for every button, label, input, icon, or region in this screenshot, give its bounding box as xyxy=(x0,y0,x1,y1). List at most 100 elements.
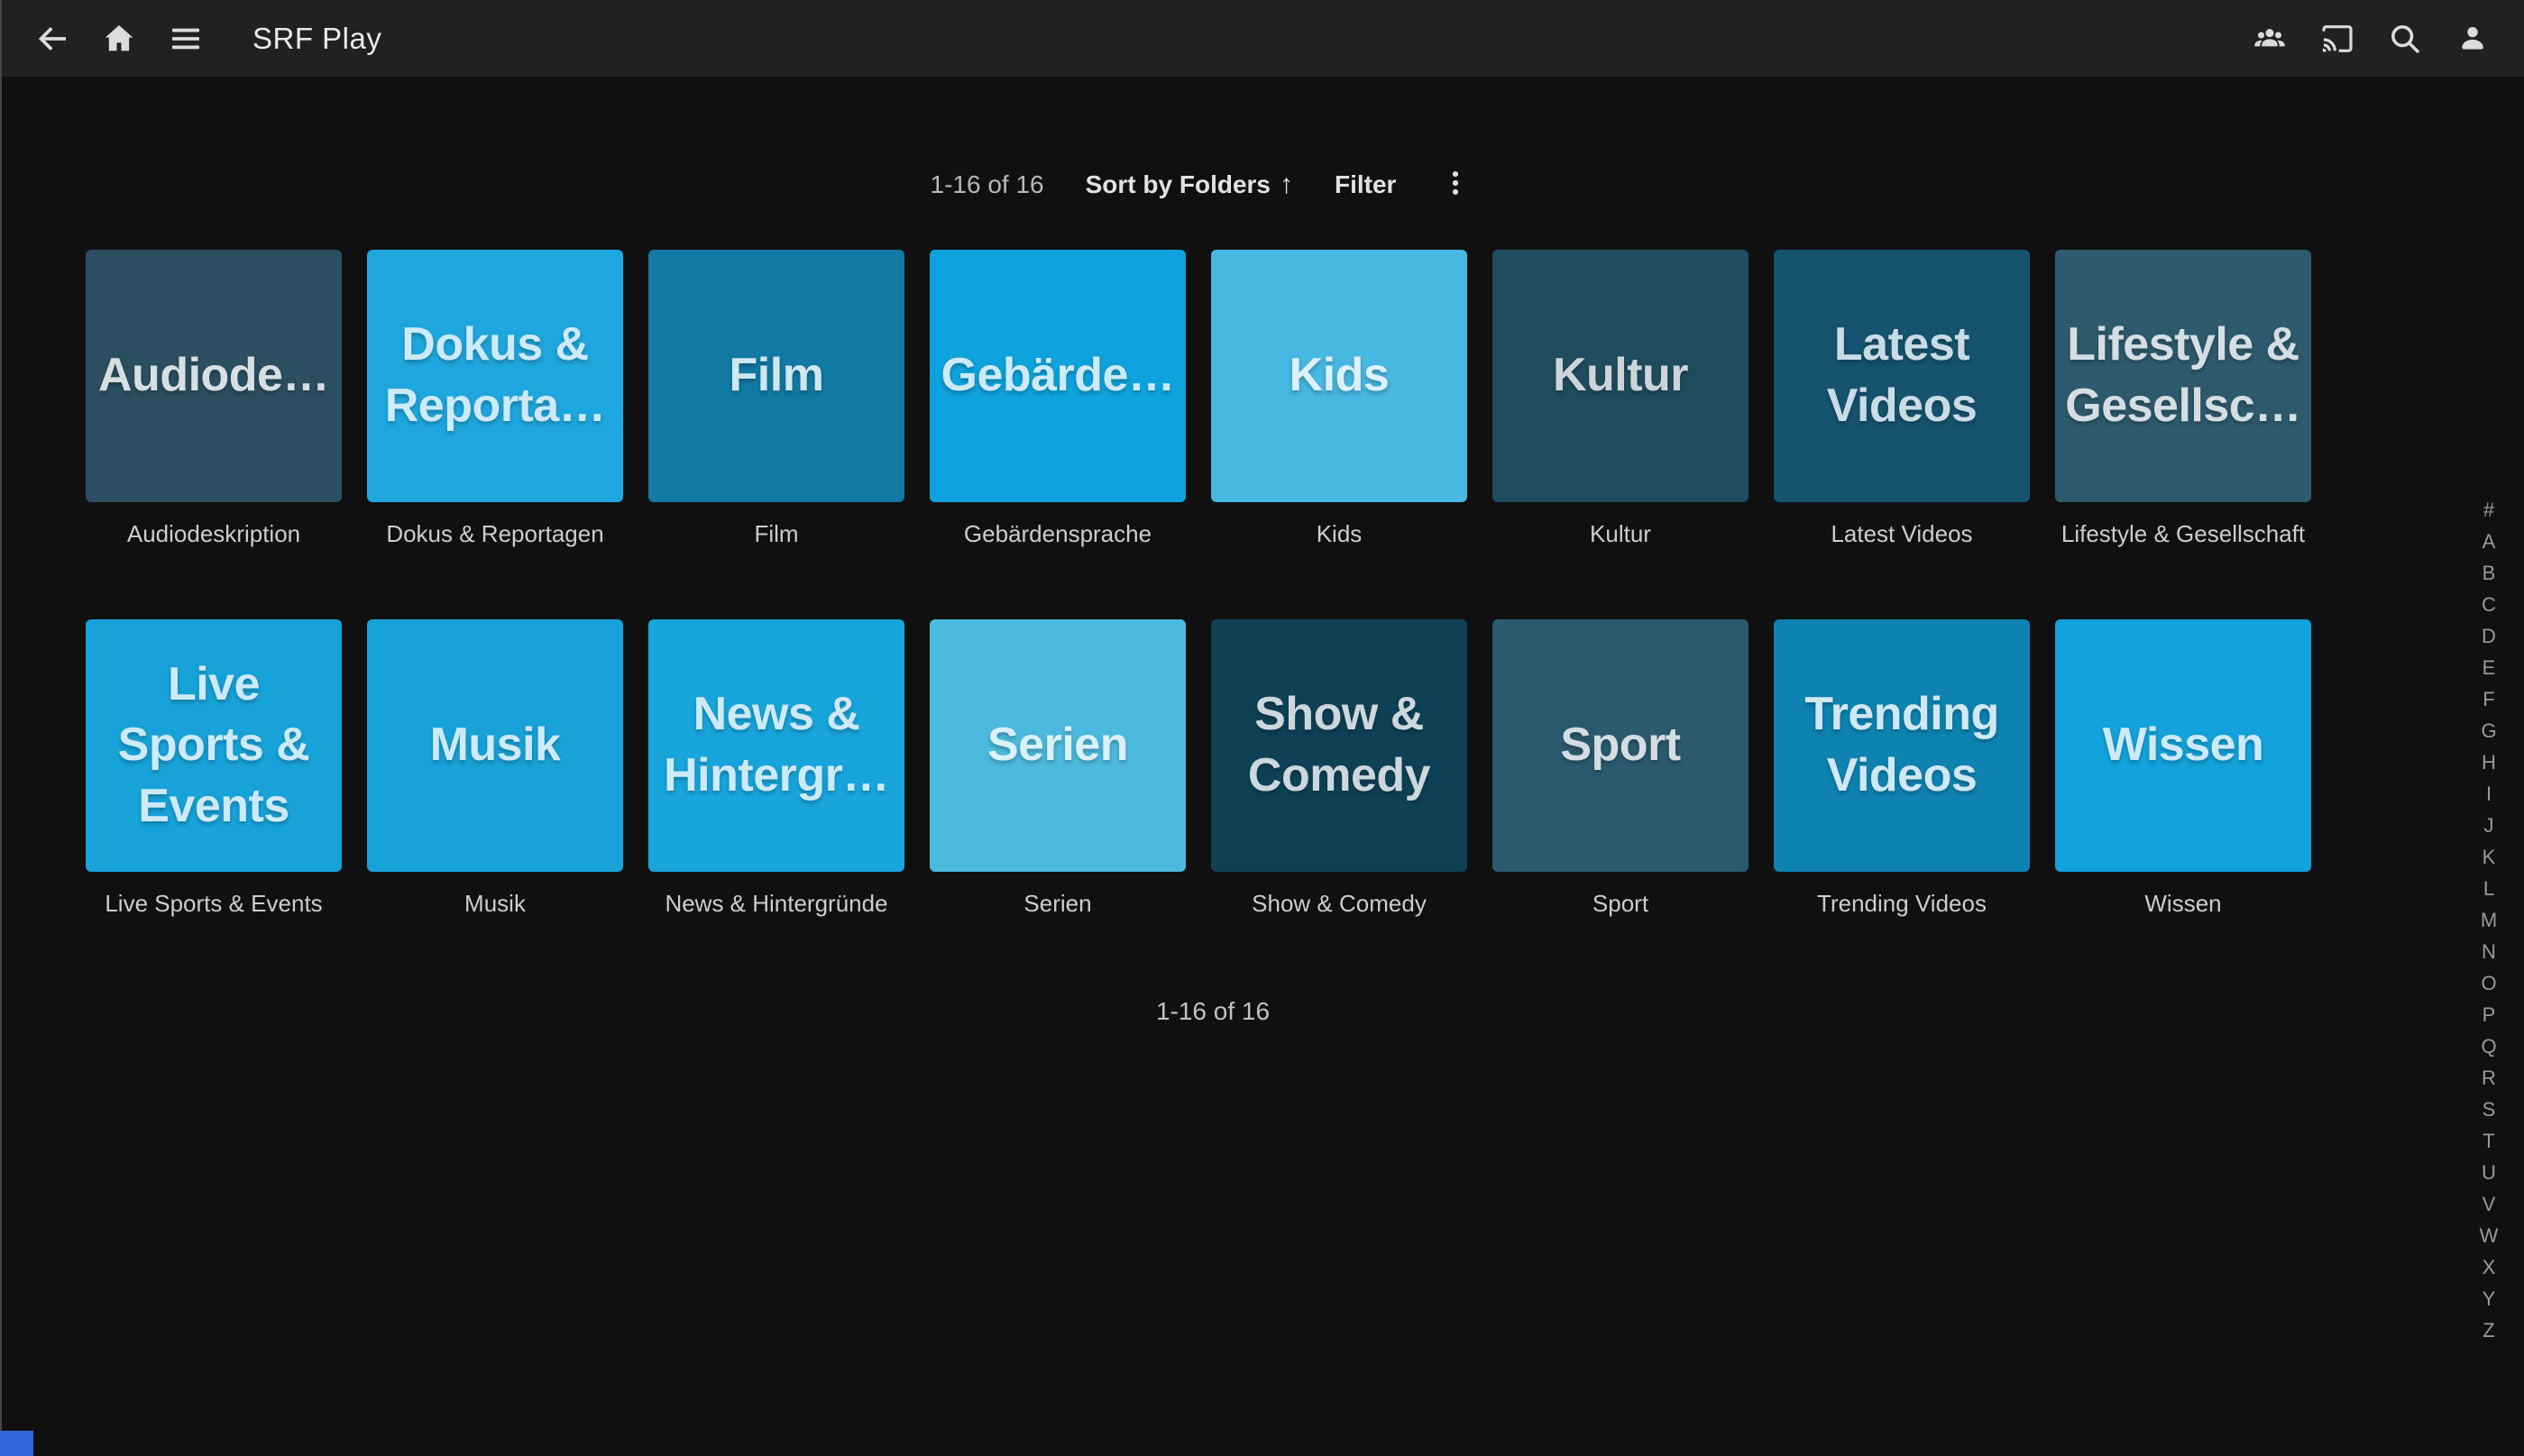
alpha-picker-letter[interactable]: H xyxy=(2470,746,2508,778)
footer-item-count: 1-16 of 16 xyxy=(0,997,2426,1026)
home-button[interactable] xyxy=(97,17,141,60)
folder-caption[interactable]: Live Sports & Events xyxy=(86,890,342,917)
folder-caption[interactable]: Trending Videos xyxy=(1774,890,2030,917)
library-folder-cell: Film Film xyxy=(648,250,904,547)
alpha-picker-letter[interactable]: I xyxy=(2470,778,2508,810)
folder-caption[interactable]: Latest Videos xyxy=(1774,520,2030,547)
folder-caption[interactable]: Dokus & Reportagen xyxy=(367,520,623,547)
filter-button[interactable]: Filter xyxy=(1335,170,1396,199)
alpha-picker-letter[interactable]: Q xyxy=(2470,1030,2508,1062)
alpha-picker-letter[interactable]: P xyxy=(2470,999,2508,1030)
alpha-picker-letter[interactable]: Z xyxy=(2470,1314,2508,1346)
alpha-picker-letter[interactable]: L xyxy=(2470,873,2508,904)
home-icon xyxy=(101,21,137,57)
alpha-picker-letter[interactable]: U xyxy=(2470,1157,2508,1188)
folder-caption[interactable]: Kids xyxy=(1211,520,1467,547)
folder-caption[interactable]: Film xyxy=(648,520,904,547)
user-button[interactable] xyxy=(2451,17,2494,60)
folder-tile-label: Sport xyxy=(1560,715,1680,776)
folder-caption[interactable]: Musik xyxy=(367,890,623,917)
alpha-picker-letter[interactable]: W xyxy=(2470,1220,2508,1251)
library-folder-cell: Audiode… Audiodeskription xyxy=(86,250,342,547)
alpha-picker-letter[interactable]: K xyxy=(2470,841,2508,873)
folder-tile[interactable]: Latest Videos xyxy=(1774,250,2030,502)
folder-tile-label: Kids xyxy=(1290,345,1390,407)
folder-tile[interactable]: Gebärde… xyxy=(930,250,1186,502)
library-folder-cell: Sport Sport xyxy=(1492,619,1748,917)
library-folder-cell: Serien Serien xyxy=(930,619,1186,917)
vertical-ellipsis-icon xyxy=(1440,167,1471,204)
folder-tile[interactable]: Kids xyxy=(1211,250,1467,502)
folder-tile[interactable]: Trending Videos xyxy=(1774,619,2030,872)
folder-tile[interactable]: Sport xyxy=(1492,619,1748,872)
app-bar-left: SRF Play xyxy=(0,17,381,60)
folder-caption[interactable]: Gebärdensprache xyxy=(930,520,1186,547)
alpha-picker-letter[interactable]: J xyxy=(2470,810,2508,841)
alpha-picker-letter[interactable]: E xyxy=(2470,652,2508,683)
alpha-picker-letter[interactable]: A xyxy=(2470,526,2508,557)
folder-tile[interactable]: Serien xyxy=(930,619,1186,872)
alpha-picker-letter[interactable]: R xyxy=(2470,1062,2508,1094)
folder-caption[interactable]: Show & Comedy xyxy=(1211,890,1467,917)
folder-grid: Audiode… Audiodeskription Dokus & Report… xyxy=(86,250,2311,917)
sort-button[interactable]: Sort by Folders ↑ xyxy=(1086,169,1293,200)
alpha-picker-letter[interactable]: V xyxy=(2470,1188,2508,1220)
app-bar: SRF Play xyxy=(0,0,2524,77)
menu-button[interactable] xyxy=(164,17,207,60)
folder-caption[interactable]: Kultur xyxy=(1492,520,1748,547)
library-folder-cell: Gebärde… Gebärdensprache xyxy=(930,250,1186,547)
folder-tile-label: Gebärde… xyxy=(941,345,1175,407)
folder-tile[interactable]: Audiode… xyxy=(86,250,342,502)
folder-tile[interactable]: Wissen xyxy=(2055,619,2311,872)
cast-button[interactable] xyxy=(2316,17,2359,60)
library-folder-cell: Latest Videos Latest Videos xyxy=(1774,250,2030,547)
back-button[interactable] xyxy=(31,17,74,60)
alpha-picker-letter[interactable]: Y xyxy=(2470,1283,2508,1314)
alpha-picker-letter[interactable]: N xyxy=(2470,936,2508,967)
folder-tile[interactable]: Live Sports & Events xyxy=(86,619,342,872)
alpha-picker-letter[interactable]: G xyxy=(2470,715,2508,746)
folder-tile-label: Live Sports & Events xyxy=(93,655,335,838)
alpha-picker: #ABCDEFGHIJKLMNOPQRSTUVWXYZ xyxy=(2470,494,2508,1346)
alpha-picker-letter[interactable]: F xyxy=(2470,683,2508,715)
folder-tile[interactable]: Kultur xyxy=(1492,250,1748,502)
folder-caption[interactable]: Wissen xyxy=(2055,890,2311,917)
folder-tile[interactable]: Musik xyxy=(367,619,623,872)
cast-icon xyxy=(2317,21,2357,57)
folder-caption[interactable]: News & Hintergründe xyxy=(648,890,904,917)
srf-play-library-page: SRF Play xyxy=(0,0,2524,1456)
alpha-picker-letter[interactable]: T xyxy=(2470,1125,2508,1157)
more-options-button[interactable] xyxy=(1437,167,1473,203)
alpha-picker-letter[interactable]: C xyxy=(2470,589,2508,620)
folder-caption[interactable]: Serien xyxy=(930,890,1186,917)
folder-tile[interactable]: Lifestyle & Gesellsc… xyxy=(2055,250,2311,502)
alpha-picker-letter[interactable]: O xyxy=(2470,967,2508,999)
alpha-picker-letter[interactable]: S xyxy=(2470,1094,2508,1125)
folder-tile[interactable]: Dokus & Reporta… xyxy=(367,250,623,502)
folder-tile[interactable]: News & Hintergr… xyxy=(648,619,904,872)
folder-caption[interactable]: Sport xyxy=(1492,890,1748,917)
folder-tile[interactable]: Film xyxy=(648,250,904,502)
alpha-picker-letter[interactable]: # xyxy=(2470,494,2508,526)
library-folder-cell: News & Hintergr… News & Hintergründe xyxy=(648,619,904,917)
folder-caption[interactable]: Lifestyle & Gesellschaft xyxy=(2055,520,2311,547)
alpha-picker-letter[interactable]: D xyxy=(2470,620,2508,652)
folder-caption[interactable]: Audiodeskription xyxy=(86,520,342,547)
filter-button-label: Filter xyxy=(1335,170,1396,199)
left-edge-line xyxy=(0,0,2,1456)
folder-tile-label: Musik xyxy=(430,715,561,776)
syncplay-button[interactable] xyxy=(2248,17,2291,60)
alpha-picker-letter[interactable]: M xyxy=(2470,904,2508,936)
folder-tile[interactable]: Show & Comedy xyxy=(1211,619,1467,872)
search-button[interactable] xyxy=(2383,17,2427,60)
library-folder-cell: Live Sports & Events Live Sports & Event… xyxy=(86,619,342,917)
folder-tile-label: Serien xyxy=(987,715,1128,776)
search-icon xyxy=(2386,21,2424,57)
folder-tile-label: News & Hintergr… xyxy=(656,684,897,806)
library-folder-cell: Lifestyle & Gesellsc… Lifestyle & Gesell… xyxy=(2055,250,2311,547)
alpha-picker-letter[interactable]: B xyxy=(2470,557,2508,589)
alpha-picker-letter[interactable]: X xyxy=(2470,1251,2508,1283)
library-folder-cell: Kultur Kultur xyxy=(1492,250,1748,547)
folder-tile-label: Audiode… xyxy=(98,345,329,407)
folder-tile-label: Latest Videos xyxy=(1781,315,2023,436)
